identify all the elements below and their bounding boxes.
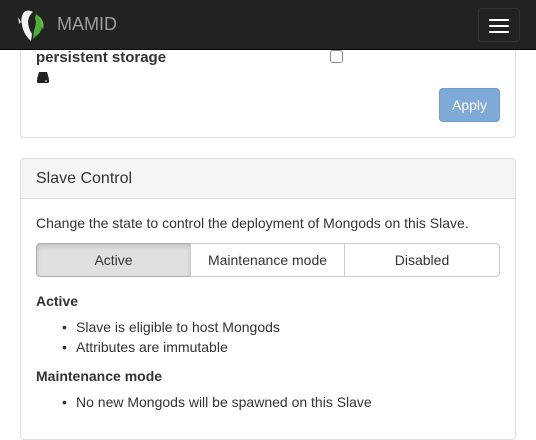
state-disabled-button[interactable]: Disabled bbox=[344, 243, 500, 277]
persistent-storage-checkbox[interactable] bbox=[330, 50, 343, 63]
list-item: • No new Mongods will be spawned on this … bbox=[62, 394, 372, 410]
bullet-icon: • bbox=[62, 394, 67, 410]
page-content: persistent storage Apply Slave Control C… bbox=[0, 0, 536, 440]
state-active-button[interactable]: Active bbox=[36, 243, 191, 277]
navbar: MAMID bbox=[0, 0, 536, 50]
state-maintenance-button[interactable]: Maintenance mode bbox=[190, 243, 345, 277]
state-button-group: Active Maintenance mode Disabled bbox=[36, 243, 500, 277]
apply-button[interactable]: Apply bbox=[439, 88, 500, 122]
persistent-storage-label: persistent storage bbox=[36, 49, 167, 66]
maintenance-heading: Maintenance mode bbox=[36, 368, 163, 384]
mamid-logo-icon[interactable] bbox=[16, 8, 48, 42]
list-item: • Attributes are immutable bbox=[62, 339, 228, 355]
bullet-icon: • bbox=[62, 339, 67, 355]
brand-title[interactable]: MAMID bbox=[57, 14, 117, 35]
bullet-icon: • bbox=[62, 319, 67, 335]
panel-heading: Slave Control bbox=[21, 159, 515, 199]
active-heading: Active bbox=[36, 293, 79, 309]
state-intro-text: Change the state to control the deployme… bbox=[36, 215, 469, 231]
panel-title: Slave Control bbox=[36, 170, 133, 187]
hard-drive-icon bbox=[36, 70, 50, 84]
list-item: • Slave is eligible to host Mongods bbox=[62, 319, 280, 335]
hamburger-menu-icon[interactable] bbox=[478, 8, 520, 42]
